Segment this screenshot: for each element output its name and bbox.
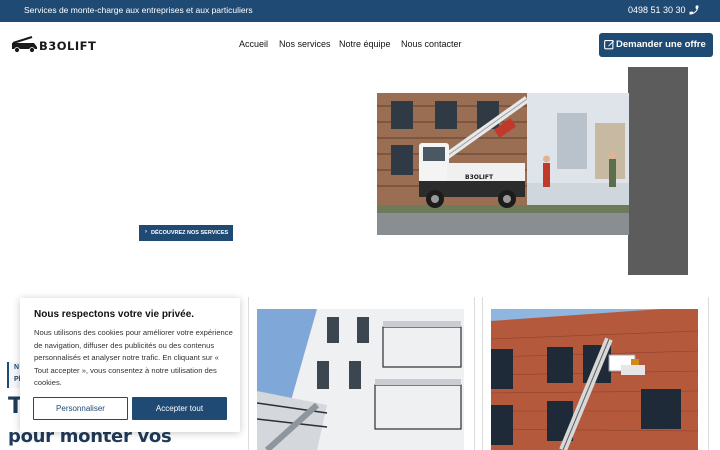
discover-services-label: DÉCOUVREZ NOS SERVICES — [151, 230, 229, 236]
truck-photo-illustration: B3OLIFT — [377, 93, 629, 235]
cookie-customize-label: Personnaliser — [56, 404, 105, 413]
card-divider — [482, 297, 483, 450]
request-quote-button[interactable]: Demander une offre — [599, 33, 713, 57]
logo-text: B3OLIFT — [39, 39, 97, 53]
request-quote-label: Demander une offre — [616, 39, 706, 50]
hero-truck-photo: B3OLIFT — [377, 93, 629, 235]
chevron-right-icon: › — [145, 229, 147, 235]
building-lift-illustration — [257, 309, 464, 450]
nav-equipe[interactable]: Notre équipe — [339, 39, 391, 49]
facade-lift-illustration — [491, 309, 698, 450]
cookie-accept-label: Accepter tout — [155, 404, 204, 413]
cookie-title: Nous respectons votre vie privée. — [34, 309, 195, 320]
cookie-consent-dialog: Nous respectons votre vie privée. Nous u… — [20, 298, 240, 432]
card-divider — [248, 297, 249, 450]
top-bar: Services de monte-charge aux entreprises… — [0, 0, 720, 22]
phone-icon[interactable] — [688, 4, 700, 16]
quote-box: N Pl — [7, 362, 21, 388]
nav-accueil[interactable]: Accueil — [239, 39, 268, 49]
hero-decor-panel — [628, 67, 688, 275]
cookie-customize-button[interactable]: Personnaliser — [33, 397, 128, 420]
service-card-photo-2[interactable] — [491, 309, 698, 450]
card-divider — [708, 297, 709, 450]
service-card-photo-1[interactable] — [257, 309, 464, 450]
tagline: Services de monte-charge aux entreprises… — [24, 5, 253, 15]
nav-services[interactable]: Nos services — [279, 39, 331, 49]
cookie-body: Nous utilisons des cookies pour améliore… — [34, 328, 233, 388]
cookie-accept-all-button[interactable]: Accepter tout — [132, 397, 227, 420]
site-logo[interactable]: B3OLIFT — [10, 35, 102, 57]
discover-services-button[interactable]: › DÉCOUVREZ NOS SERVICES — [139, 225, 233, 241]
edit-icon — [604, 40, 615, 50]
truck-brand-text: B3OLIFT — [465, 174, 494, 181]
site-header: B3OLIFT Accueil Nos services Notre équip… — [0, 22, 720, 67]
nav-contact[interactable]: Nous contacter — [401, 39, 462, 49]
phone-number[interactable]: 0498 51 30 30 — [628, 5, 686, 15]
truck-logo-icon — [12, 36, 37, 53]
card-divider — [474, 297, 475, 450]
